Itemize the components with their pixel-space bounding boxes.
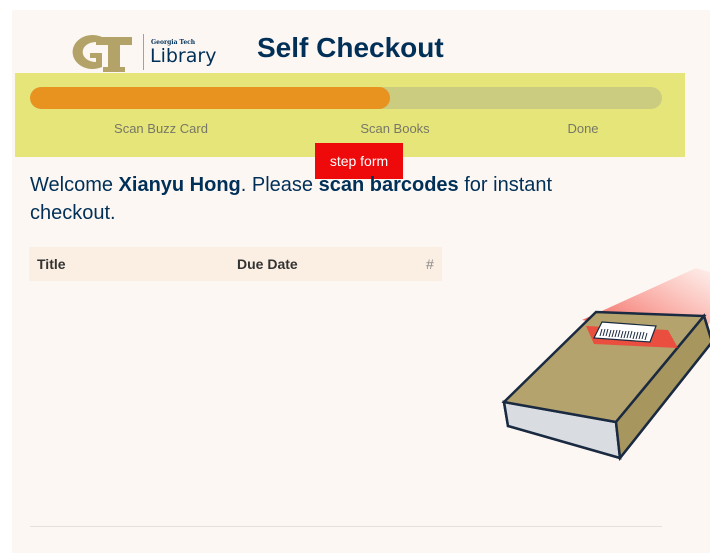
step-done: Done bbox=[567, 121, 599, 136]
footer-divider bbox=[30, 526, 662, 527]
column-due-date: Due Date bbox=[237, 256, 298, 272]
logo-library-text: Library bbox=[150, 45, 217, 67]
welcome-message: Welcome Xianyu Hong. Please scan barcode… bbox=[30, 171, 630, 227]
book-scanner-illustration-icon bbox=[501, 268, 710, 462]
progress-fill bbox=[30, 87, 391, 109]
user-name: Xianyu Hong bbox=[118, 174, 241, 196]
column-count: # bbox=[426, 256, 434, 272]
welcome-prefix: Welcome bbox=[30, 174, 119, 196]
logo-divider bbox=[143, 34, 144, 70]
welcome-action: scan barcodes bbox=[318, 174, 459, 196]
progress-track bbox=[30, 87, 662, 109]
checkout-card: Georgia Tech Library Self Checkout Scan … bbox=[12, 10, 710, 553]
checkout-table-header: Title Due Date # bbox=[29, 247, 442, 281]
page-title: Self Checkout bbox=[257, 32, 444, 63]
step-scan-buzz-card: Scan Buzz Card bbox=[114, 121, 208, 136]
welcome-middle: . Please bbox=[240, 174, 319, 196]
step-scan-books: Scan Books bbox=[360, 121, 430, 136]
georgia-tech-logo-icon bbox=[72, 35, 132, 72]
column-title: Title bbox=[37, 256, 66, 272]
